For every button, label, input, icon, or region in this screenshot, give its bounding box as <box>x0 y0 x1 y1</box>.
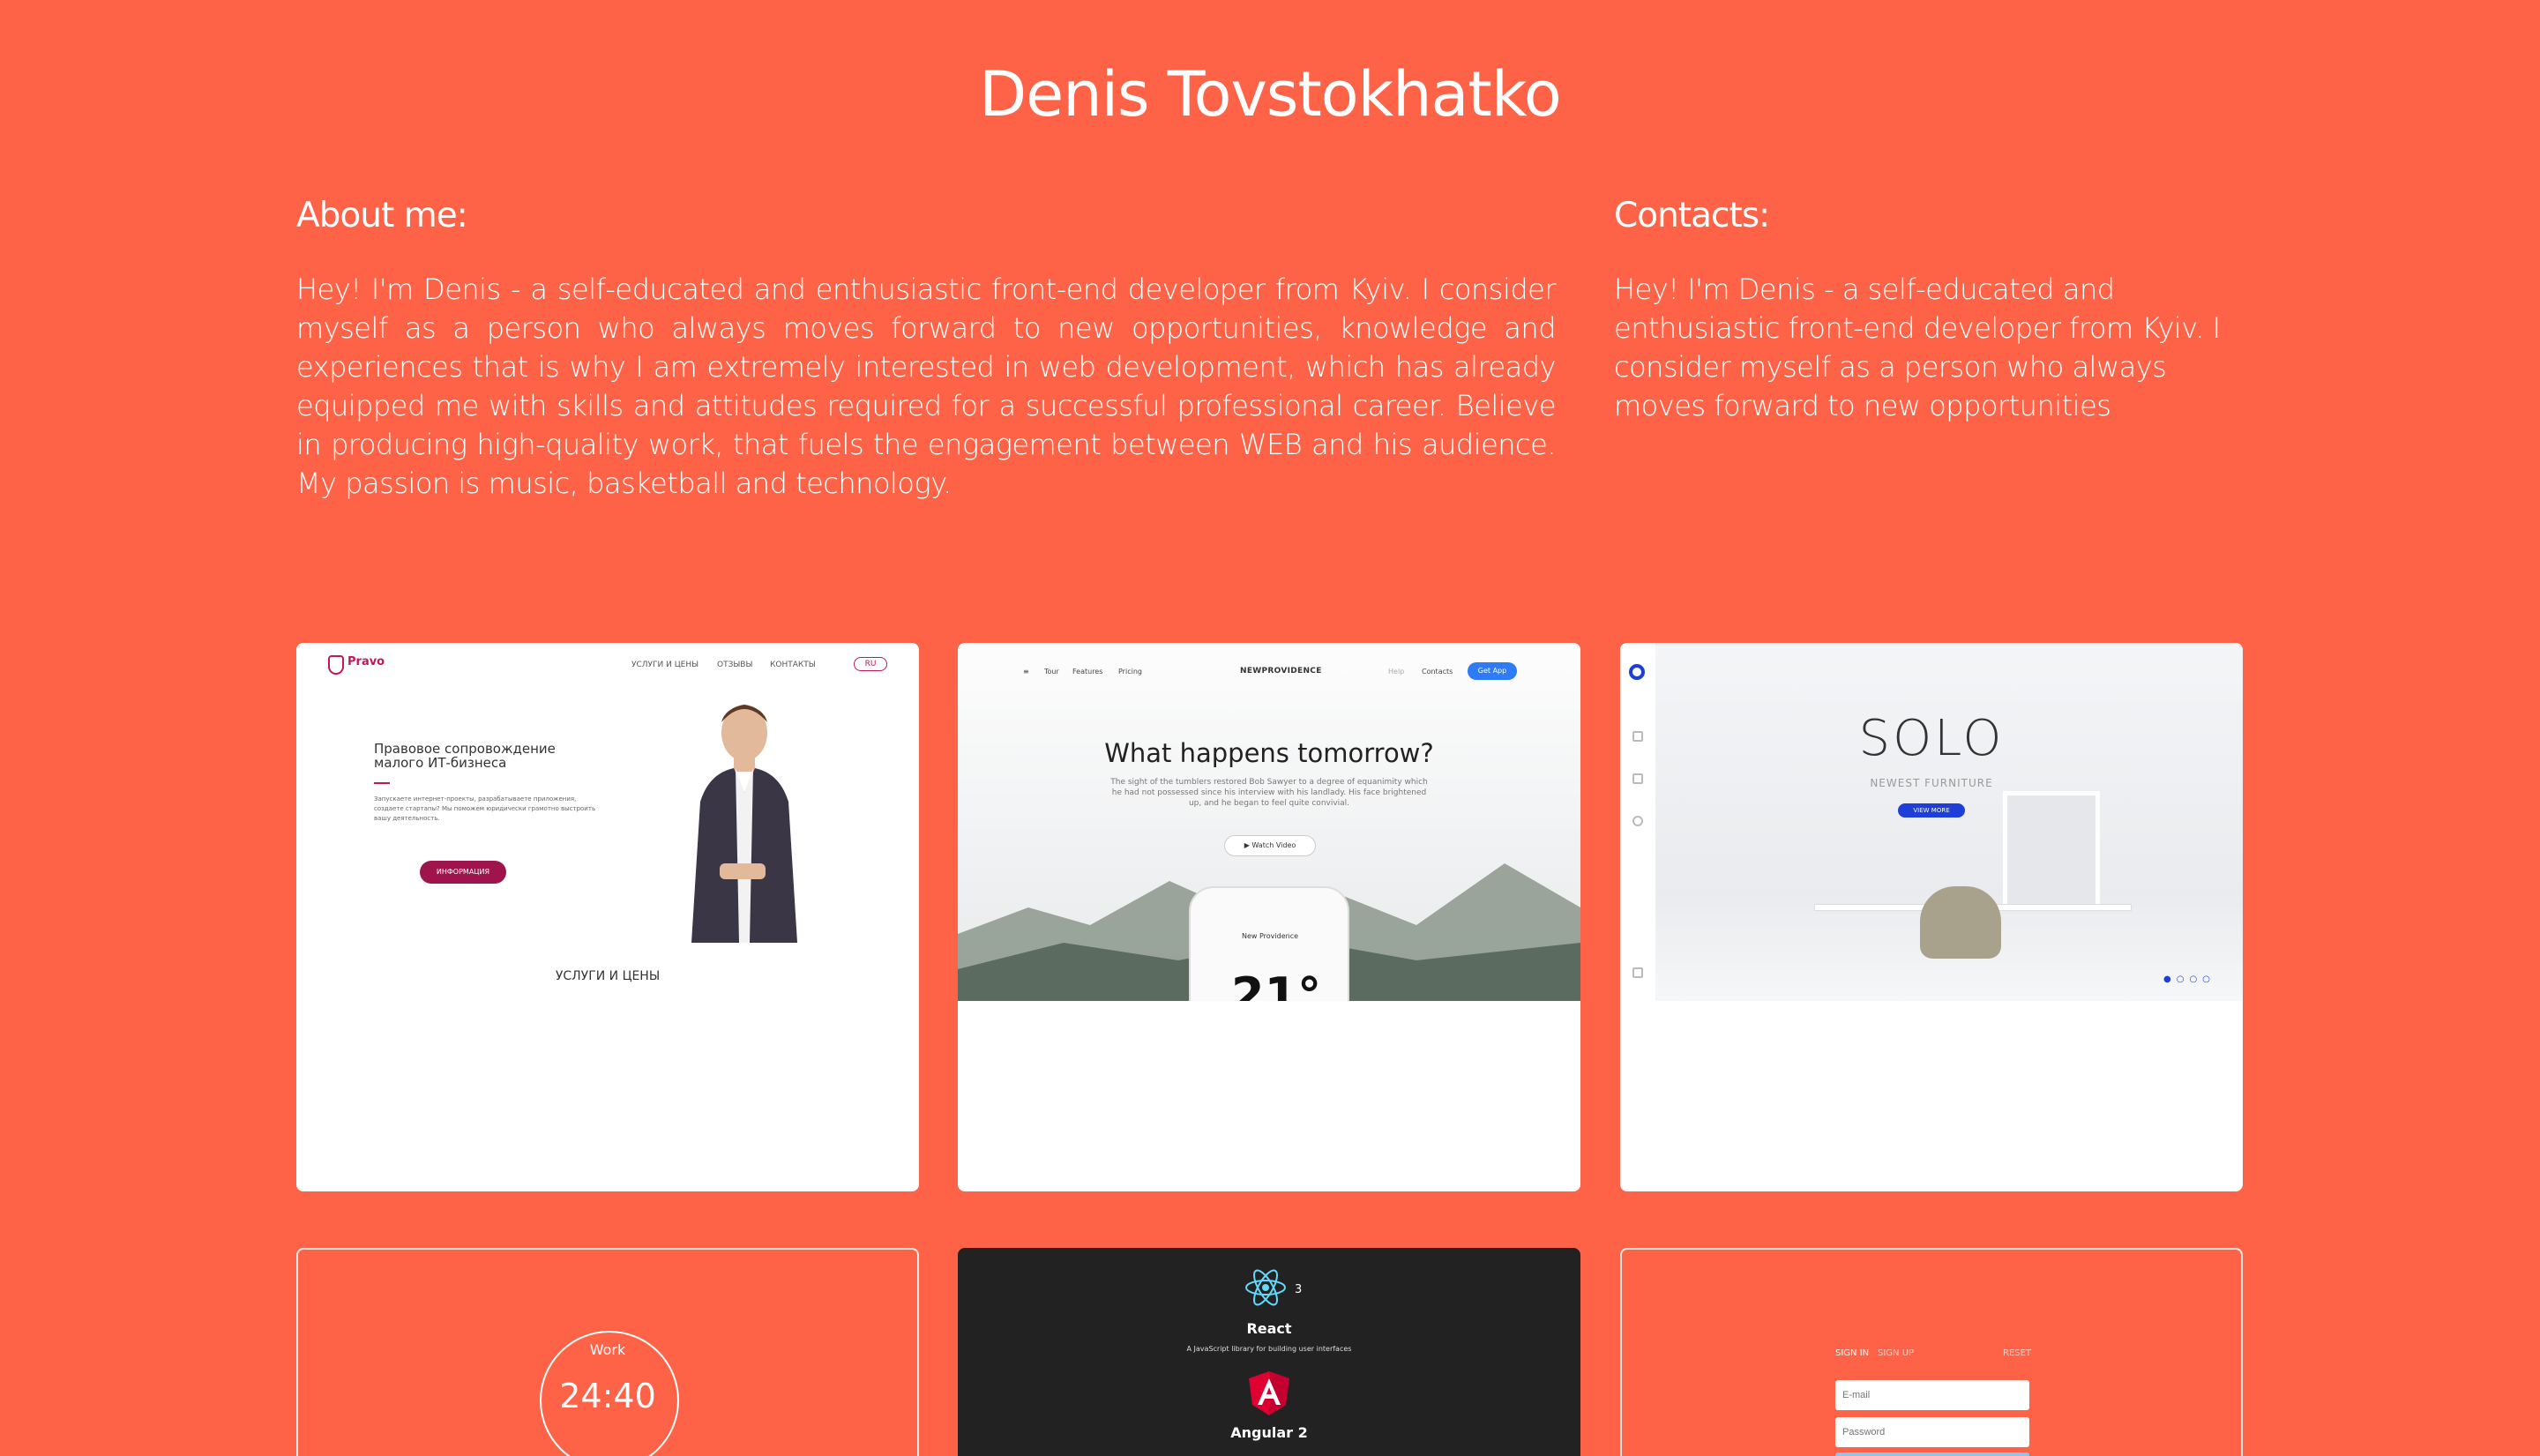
timer-label: Work <box>589 1341 626 1358</box>
solo-brand: SOLO <box>1858 710 2005 767</box>
chair-icon <box>1920 886 2001 959</box>
react-version: 3 <box>1295 1283 1303 1296</box>
slider-dots: ●○○○ <box>2163 974 2215 984</box>
pravo-divider <box>374 782 390 784</box>
tab-reset: RESET <box>2003 1348 2032 1358</box>
project-card-solo[interactable]: SOLO NEWEST FURNITURE VIEW MORE ●○○○ <box>1620 643 2243 1191</box>
project-card-pravo[interactable]: Pravo УСЛУГИ И ЦЕНЫ ОТЗЫВЫ КОНТАКТЫ RU П… <box>296 643 919 1191</box>
pravo-logo-icon <box>328 655 344 675</box>
pravo-hero-text: Запускаете интернет-проекты, разрабатыва… <box>374 795 596 822</box>
page-title: Denis Tovstokhatko <box>979 58 1561 131</box>
pravo-nav-item: ОТЗЫВЫ <box>717 661 753 669</box>
contacts-heading: Contacts: <box>1614 196 1770 235</box>
pravo-nav-item: УСЛУГИ И ЦЕНЫ <box>631 661 699 669</box>
np-headline: What happens tomorrow? <box>1104 738 1434 768</box>
pravo-nav-item: КОНТАКТЫ <box>770 661 816 669</box>
about-heading: About me: <box>296 196 468 235</box>
menu-icon: ≡ <box>1023 668 1029 676</box>
pravo-services-heading: УСЛУГИ И ЦЕНЫ <box>555 969 661 983</box>
tab-sign-in: SIGN IN <box>1835 1348 1870 1358</box>
np-temperature: 21° <box>1231 967 1322 1001</box>
timer-time: 24:40 <box>559 1377 656 1415</box>
pravo-hero-title: Правовое сопровождение малого ИТ-бизнеса <box>374 741 556 771</box>
about-text: Hey! I'm Denis - a self-educated and ent… <box>296 273 1557 500</box>
np-nav-item: Tour <box>1044 668 1059 676</box>
np-contacts-link: Contacts <box>1422 668 1453 676</box>
react-subtitle: A JavaScript library for building user i… <box>1186 1345 1352 1353</box>
np-nav-item: Features <box>1072 668 1103 676</box>
np-nav-item: Pricing <box>1118 668 1142 676</box>
project-card-newprovidence[interactable]: ≡ Tour Features Pricing NEWPROVIDENCE He… <box>958 643 1580 1191</box>
contacts-text: Hey! I'm Denis - a self-educated and ent… <box>1614 273 2221 422</box>
np-phone-label: New Providence <box>1242 932 1299 940</box>
angular-title: Angular 2 <box>1230 1424 1308 1441</box>
np-subtext: The sight of the tumblers restored Bob S… <box>1110 778 1428 808</box>
person-photo-icon <box>691 705 797 943</box>
project-screenshot-solo: SOLO NEWEST FURNITURE VIEW MORE ●○○○ <box>1620 643 2243 1001</box>
np-getapp-button: Get App <box>1468 662 1517 680</box>
np-brand: NEWPROVIDENCE <box>1240 667 1322 676</box>
password-field[interactable] <box>1835 1417 2029 1447</box>
solo-tagline: NEWEST FURNITURE <box>1870 777 1993 789</box>
react-logo-icon <box>1245 1269 1286 1306</box>
search-icon <box>1632 816 1643 826</box>
email-field[interactable] <box>1835 1380 2029 1410</box>
np-help-link: Help <box>1388 668 1405 676</box>
solo-logo-icon <box>1629 664 1645 680</box>
solo-view-button: VIEW MORE <box>1898 803 1965 818</box>
tab-sign-up: SIGN UP <box>1878 1348 1915 1358</box>
angular-logo-icon <box>1249 1371 1289 1415</box>
project-screenshot-newprovidence: ≡ Tour Features Pricing NEWPROVIDENCE He… <box>958 643 1580 1001</box>
project-card-frameworks[interactable]: 3 React A JavaScript library for buildin… <box>958 1248 1580 1456</box>
pravo-lang-badge: RU <box>854 657 887 671</box>
picture-frame-icon <box>2003 791 2100 911</box>
project-card-pomodoro[interactable]: Work 24:40 <box>296 1248 919 1456</box>
pravo-info-button: ИНФОРМАЦИЯ <box>420 861 506 884</box>
project-screenshot-pravo: Pravo УСЛУГИ И ЦЕНЫ ОТЗЫВЫ КОНТАКТЫ RU П… <box>296 643 919 1001</box>
project-card-login[interactable]: SIGN IN SIGN UP RESET <box>1620 1248 2243 1456</box>
react-title: React <box>1246 1320 1292 1337</box>
login-button[interactable] <box>1835 1452 2029 1456</box>
pravo-logo: Pravo <box>347 655 385 668</box>
send-icon <box>1632 967 1643 978</box>
